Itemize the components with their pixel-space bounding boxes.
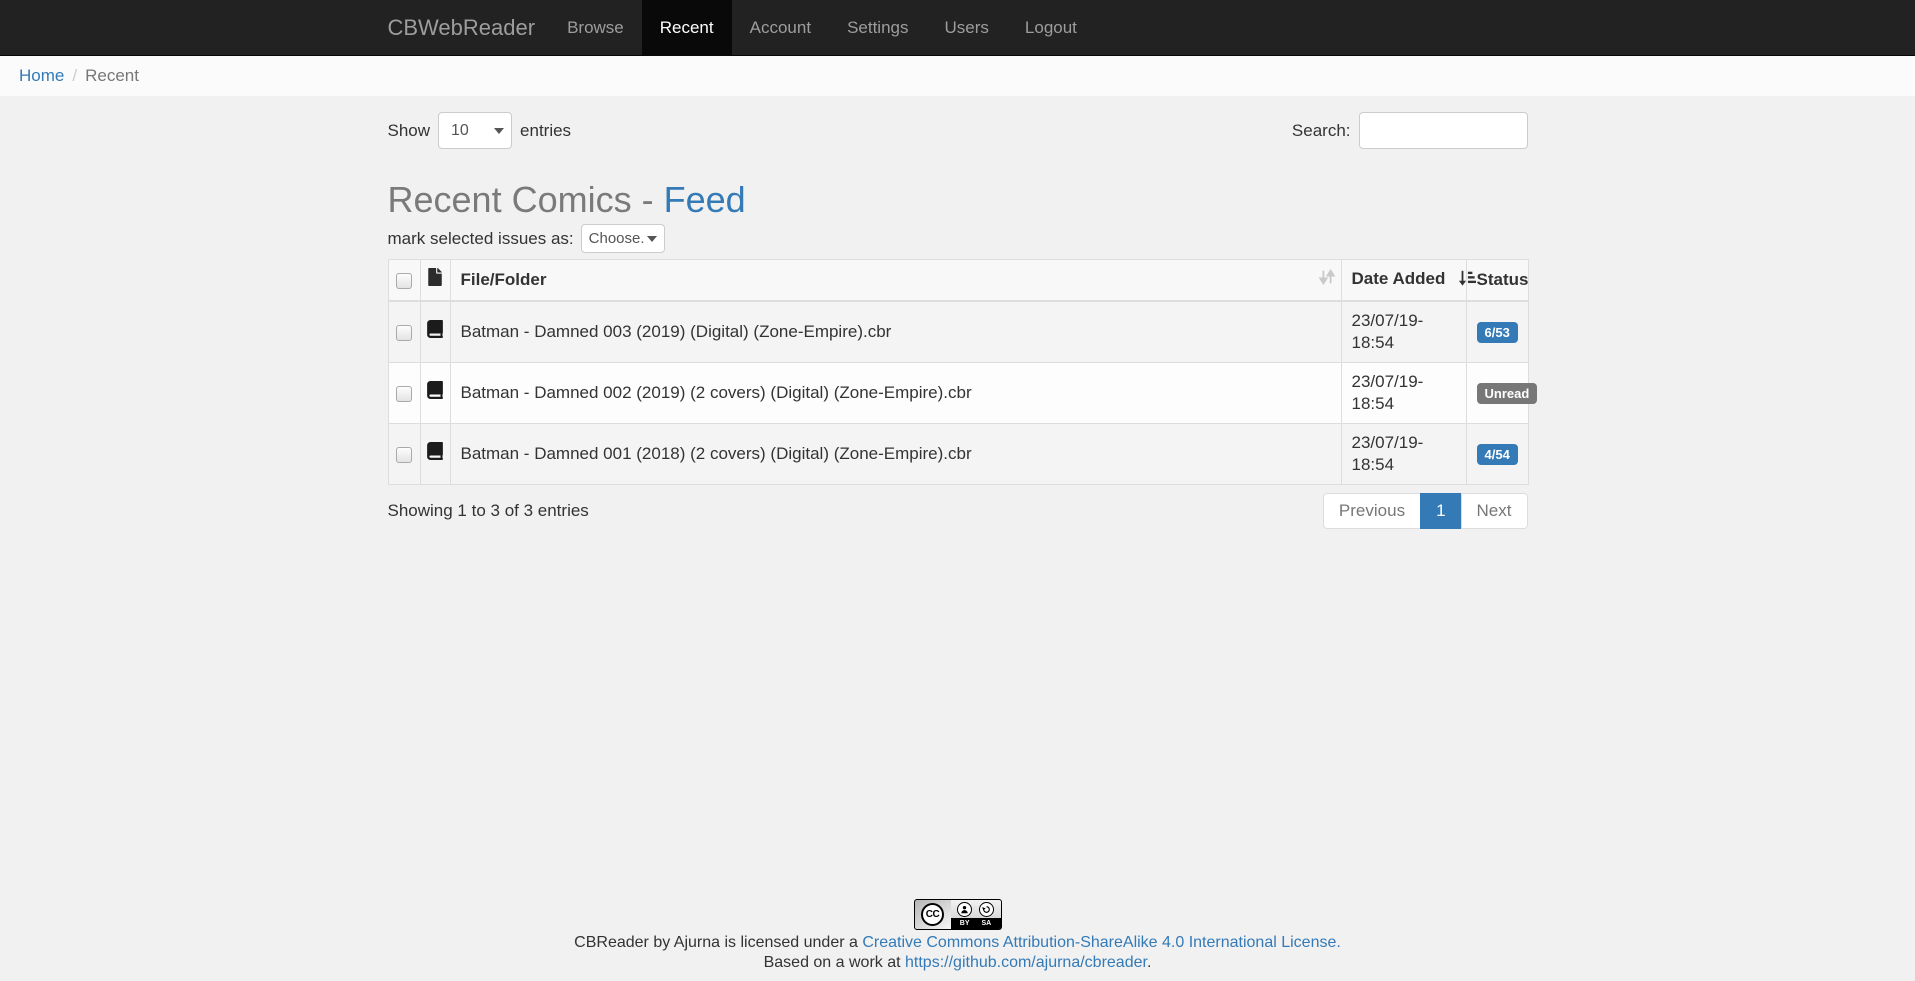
date-added: 23/07/19-18:54 [1341, 363, 1466, 424]
source-line: Based on a work at https://github.com/aj… [388, 953, 1528, 973]
nav-item-browse[interactable]: Browse [549, 0, 642, 55]
breadcrumb-home-link[interactable]: Home [19, 66, 64, 85]
breadcrumb-current: Recent [85, 66, 139, 85]
file-icon [427, 271, 443, 290]
navbar: CBWebReader Browse Recent Account Settin… [0, 0, 1915, 56]
status-badge: 6/53 [1477, 322, 1518, 343]
file-name[interactable]: Batman - Damned 003 (2019) (Digital) (Zo… [461, 322, 892, 341]
sort-desc-icon [1458, 272, 1476, 291]
entries-label: entries [520, 121, 571, 141]
breadcrumb: Home / Recent [0, 56, 1915, 96]
select-all-checkbox[interactable] [396, 273, 412, 289]
table-row: Batman - Damned 001 (2018) (2 covers) (D… [388, 424, 1528, 485]
status-badge: 4/54 [1477, 444, 1518, 465]
page-footer: CC BY SA CBReader by Ajurna is licensed … [388, 899, 1528, 981]
mark-selected-select[interactable]: Choose... [581, 224, 665, 253]
page-length-select[interactable]: 10 [438, 112, 512, 149]
show-label: Show [388, 121, 431, 141]
page-title-text: Recent Comics - [388, 179, 664, 220]
pagination-page-1[interactable]: 1 [1420, 493, 1461, 529]
table-info: Showing 1 to 3 of 3 entries [388, 501, 589, 521]
main-content: Show 10 entries Search: Recent Comics - … [0, 96, 1915, 981]
sort-both-icon [1318, 268, 1336, 292]
row-checkbox[interactable] [396, 447, 412, 463]
nav-item-users[interactable]: Users [927, 0, 1007, 55]
status-badge: Unread [1477, 383, 1538, 404]
page-length-control: Show 10 entries [388, 112, 572, 149]
nav-item-account[interactable]: Account [732, 0, 829, 55]
nav-item-logout[interactable]: Logout [1007, 0, 1095, 55]
cc-logo-icon: CC [921, 903, 944, 926]
page-title: Recent Comics - Feed [388, 179, 1528, 220]
book-icon [426, 323, 444, 342]
table-header-row: File/Folder Date Added Status [388, 260, 1528, 302]
pagination-previous[interactable]: Previous [1323, 493, 1421, 529]
row-checkbox[interactable] [396, 386, 412, 402]
nav-menu: Browse Recent Account Settings Users Log… [549, 0, 1095, 55]
feed-link[interactable]: Feed [664, 179, 746, 220]
mark-selected-label: mark selected issues as: [388, 229, 574, 249]
date-added: 23/07/19-18:54 [1341, 424, 1466, 485]
book-icon [426, 445, 444, 464]
search-label: Search: [1292, 121, 1351, 141]
cc-sa-label: SA [982, 920, 992, 927]
mark-selected-control: mark selected issues as: Choose... [388, 224, 1528, 253]
pagination: Previous 1 Next [1323, 493, 1528, 529]
row-checkbox[interactable] [396, 325, 412, 341]
nav-item-settings[interactable]: Settings [829, 0, 926, 55]
column-header-file-folder[interactable]: File/Folder [450, 260, 1341, 302]
column-header-date-added[interactable]: Date Added [1341, 260, 1466, 302]
breadcrumb-separator: / [72, 66, 77, 85]
brand-link[interactable]: CBWebReader [388, 0, 536, 55]
file-name[interactable]: Batman - Damned 002 (2019) (2 covers) (D… [461, 383, 972, 402]
book-icon [426, 384, 444, 403]
search-control: Search: [1292, 112, 1528, 149]
cc-by-icon [957, 902, 972, 917]
comics-table: File/Folder Date Added Status [388, 259, 1529, 485]
nav-item-recent[interactable]: Recent [642, 0, 732, 55]
pagination-next[interactable]: Next [1461, 493, 1528, 529]
date-added: 23/07/19-18:54 [1341, 301, 1466, 363]
file-name[interactable]: Batman - Damned 001 (2018) (2 covers) (D… [461, 444, 972, 463]
github-link[interactable]: https://github.com/ajurna/cbreader [905, 954, 1147, 971]
cc-sa-icon [979, 902, 994, 917]
table-row: Batman - Damned 002 (2019) (2 covers) (D… [388, 363, 1528, 424]
cc-by-label: BY [960, 920, 970, 927]
search-input[interactable] [1359, 112, 1528, 149]
license-line: CBReader by Ajurna is licensed under a C… [388, 933, 1528, 953]
cc-license-badge[interactable]: CC BY SA [914, 899, 1002, 930]
cc-license-link[interactable]: Creative Commons Attribution-ShareAlike … [862, 934, 1340, 951]
table-row: Batman - Damned 003 (2019) (Digital) (Zo… [388, 301, 1528, 363]
